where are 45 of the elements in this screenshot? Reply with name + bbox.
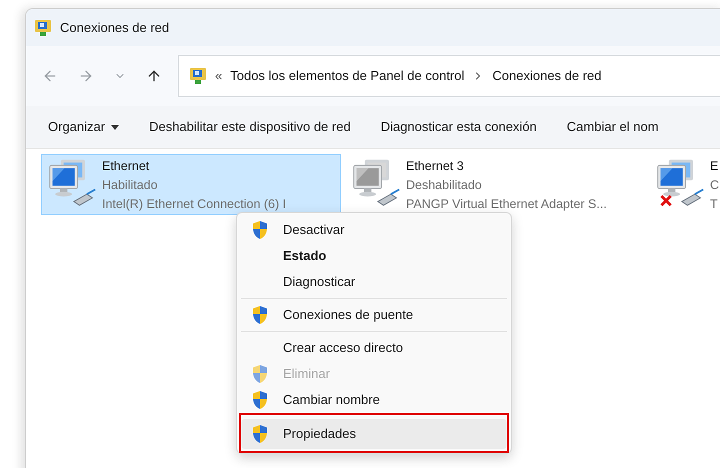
command-button[interactable]: Organizar — [48, 117, 120, 137]
menu-item[interactable]: Estado — [241, 243, 507, 269]
menu-item[interactable]: Conexiones de puente — [241, 302, 507, 328]
shield-icon — [251, 424, 269, 444]
command-button[interactable]: Diagnosticar esta conexión — [380, 117, 537, 137]
connection-item[interactable]: Ethernet Habilitado Intel(R) Ethernet Connection (6) I — [41, 154, 341, 215]
menu-item-label: Propiedades — [283, 425, 356, 444]
menu-item-label: Eliminar — [283, 365, 330, 384]
shield-icon — [251, 390, 269, 410]
menu-item[interactable]: Cambiar nombre — [241, 387, 507, 413]
address-bar[interactable]: « Todos los elementos de Panel de control Conexiones de red — [178, 55, 720, 97]
breadcrumb[interactable]: Todos los elementos de Panel de control — [230, 66, 464, 86]
up-icon[interactable] — [146, 68, 162, 84]
shield-icon — [251, 305, 269, 325]
connection-name: Ethernet — [102, 158, 150, 175]
menu-item[interactable]: Desactivar — [241, 217, 507, 243]
breadcrumb[interactable]: Conexiones de red — [492, 66, 602, 86]
connection-item[interactable]: Ethernet 3 Deshabilitado PANGP Virtual Ethernet Adapter S... — [345, 154, 645, 215]
dropdown-caret-icon — [111, 124, 120, 130]
command-button[interactable]: Cambiar el nom — [566, 117, 659, 137]
command-button[interactable]: Deshabilitar este dispositivo de red — [149, 117, 351, 137]
shield-icon — [251, 364, 269, 384]
network-folder-icon — [189, 67, 207, 85]
menu-item[interactable]: Propiedades — [241, 419, 507, 449]
menu-item-label: Desactivar — [283, 221, 344, 240]
overflow-chevron[interactable]: « — [215, 66, 222, 86]
adapter-name: T — [710, 196, 719, 213]
connection-status: Deshabilitado — [406, 177, 483, 194]
window-title: Conexiones de red — [60, 18, 170, 37]
adapter-name: Intel(R) Ethernet Connection (6) I — [102, 196, 286, 213]
connection-status: C — [710, 177, 720, 194]
menu-item[interactable]: Crear acceso directo — [241, 335, 507, 361]
connection-name: Ethernet 3 — [406, 158, 465, 175]
menu-item-label: Estado — [283, 247, 326, 266]
connection-item[interactable]: E C T — [649, 154, 720, 215]
adapter-name: PANGP Virtual Ethernet Adapter S... — [406, 196, 607, 213]
connection-name: E — [710, 158, 720, 175]
network-folder-icon — [34, 18, 52, 36]
menu-item-label: Diagnosticar — [283, 273, 356, 292]
menu-item-label: Cambiar nombre — [283, 391, 380, 410]
menu-item-label: Conexiones de puente — [283, 306, 414, 324]
menu-item[interactable]: Diagnosticar — [241, 269, 507, 295]
shield-icon — [251, 220, 269, 240]
menu-item-label: Crear acceso directo — [283, 339, 403, 358]
connection-status: Habilitado — [102, 177, 159, 194]
